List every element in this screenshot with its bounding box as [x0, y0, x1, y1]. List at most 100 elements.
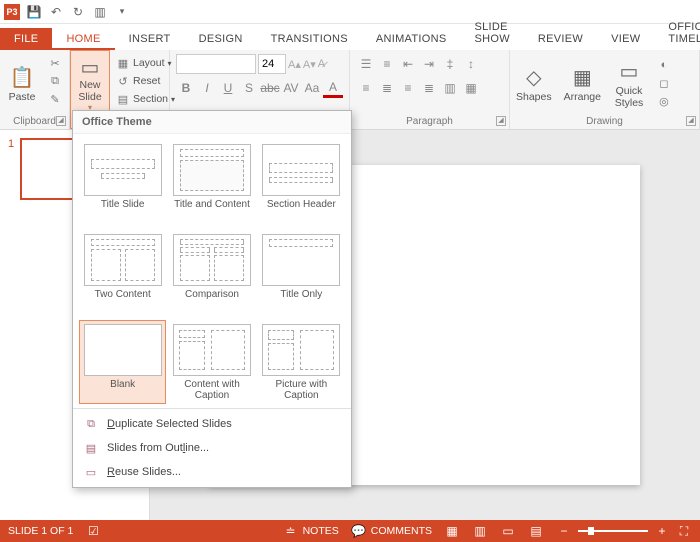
italic-button[interactable]: I: [197, 78, 217, 98]
notes-button[interactable]: ≐NOTES: [283, 523, 339, 539]
layout-grid: Title Slide Title and Content Section He…: [73, 134, 351, 408]
reading-view-icon[interactable]: ▭: [500, 523, 516, 539]
reset-icon: ↺: [116, 74, 130, 88]
font-size-input[interactable]: [258, 54, 286, 74]
duplicate-icon: ⧉: [83, 416, 99, 432]
group-paragraph: ☰ ≡ ⇤ ⇥ ‡ ↕ ≡ ≣ ≡ ≣ ▥ ▦ Paragraph ◢: [350, 50, 510, 129]
dialog-launcher-icon[interactable]: ◢: [56, 116, 66, 126]
dialog-launcher-icon[interactable]: ◢: [686, 116, 696, 126]
group-drawing: ◇ Shapes ▦ Arrange ▭ Quick Styles ◐ ◻ ◎ …: [510, 50, 700, 129]
slideshow-view-icon[interactable]: ▤: [528, 523, 544, 539]
group-label-drawing: Drawing: [510, 116, 699, 127]
bullets-button[interactable]: ☰: [356, 54, 376, 74]
tab-view[interactable]: VIEW: [597, 28, 654, 50]
tab-insert[interactable]: INSERT: [115, 28, 185, 50]
tab-slideshow[interactable]: SLIDE SHOW: [460, 16, 523, 50]
zoom-slider[interactable]: − + ⛶: [556, 523, 692, 539]
columns-button[interactable]: ▥: [440, 78, 460, 98]
align-right-button[interactable]: ≡: [398, 78, 418, 98]
text-direction-button[interactable]: ↕: [461, 54, 481, 74]
shadow-button[interactable]: S: [239, 78, 259, 98]
cut-button[interactable]: ✂: [44, 54, 66, 72]
start-from-beginning-icon[interactable]: ▥: [92, 4, 108, 20]
tab-home[interactable]: HOME: [52, 28, 114, 50]
quick-styles-icon: ▭: [620, 58, 639, 86]
layout-button[interactable]: ▦Layout▾: [112, 54, 179, 72]
clipboard-icon: 📋: [10, 64, 35, 92]
app-icon: P3: [4, 4, 20, 20]
tab-design[interactable]: DESIGN: [185, 28, 257, 50]
align-center-button[interactable]: ≣: [377, 78, 397, 98]
underline-button[interactable]: U: [218, 78, 238, 98]
spacing-button[interactable]: AV: [281, 78, 301, 98]
font-name-input[interactable]: [176, 54, 256, 74]
shape-effects-button[interactable]: ◎: [653, 92, 675, 110]
layout-picture-with-caption[interactable]: Picture with Caption: [258, 320, 345, 404]
effects-icon: ◎: [657, 94, 671, 108]
quick-access-toolbar: P3 💾 ↶ ↻ ▥ ▾: [0, 0, 700, 24]
copy-button[interactable]: ⧉: [44, 72, 66, 90]
sorter-view-icon[interactable]: ▥: [472, 523, 488, 539]
brush-icon: ✎: [48, 92, 62, 106]
format-painter-button[interactable]: ✎: [44, 90, 66, 108]
layout-blank[interactable]: Blank: [79, 320, 166, 404]
reset-button[interactable]: ↺Reset: [112, 72, 179, 90]
layout-title-only[interactable]: Title Only: [258, 230, 345, 314]
notes-icon: ≐: [283, 523, 299, 539]
layout-two-content[interactable]: Two Content: [79, 230, 166, 314]
layout-content-with-caption[interactable]: Content with Caption: [168, 320, 255, 404]
tab-transitions[interactable]: TRANSITIONS: [257, 28, 362, 50]
gallery-menu: ⧉ Duplicate Selected Slides ▤ Slides fro…: [73, 408, 351, 487]
smartart-button[interactable]: ▦: [461, 78, 481, 98]
align-left-button[interactable]: ≡: [356, 78, 376, 98]
font-color-button[interactable]: A: [323, 78, 343, 98]
menu-slides-from-outline[interactable]: ▤ Slides from Outline...: [73, 436, 351, 460]
redo-icon[interactable]: ↻: [70, 4, 86, 20]
layout-comparison[interactable]: Comparison: [168, 230, 255, 314]
strikethrough-button[interactable]: abc: [260, 78, 280, 98]
increase-font-icon[interactable]: A▴: [288, 58, 301, 71]
clear-formatting-icon[interactable]: A̷: [318, 58, 325, 70]
qat-customize-icon[interactable]: ▾: [114, 4, 130, 20]
change-case-button[interactable]: Aa: [302, 78, 322, 98]
decrease-indent-button[interactable]: ⇤: [398, 54, 418, 74]
section-button[interactable]: ▤Section▾: [112, 90, 179, 108]
decrease-font-icon[interactable]: A▾: [303, 58, 316, 71]
layout-section-header[interactable]: Section Header: [258, 140, 345, 224]
line-spacing-button[interactable]: ‡: [440, 54, 460, 74]
save-icon[interactable]: 💾: [26, 4, 42, 20]
tab-office-timeline[interactable]: OFFICE TIMELINE+: [654, 16, 700, 50]
dialog-launcher-icon[interactable]: ◢: [496, 116, 506, 126]
slide-number: 1: [8, 138, 14, 150]
new-slide-icon: ▭: [81, 55, 100, 80]
section-icon: ▤: [116, 92, 130, 106]
menu-reuse-slides[interactable]: ▭ Reuse Slides...: [73, 460, 351, 484]
scissors-icon: ✂: [48, 56, 62, 70]
normal-view-icon[interactable]: ▦: [444, 523, 460, 539]
zoom-out-icon[interactable]: −: [556, 523, 572, 539]
fit-to-window-icon[interactable]: ⛶: [676, 523, 692, 539]
increase-indent-button[interactable]: ⇥: [419, 54, 439, 74]
bold-button[interactable]: B: [176, 78, 196, 98]
spellcheck-icon[interactable]: ☑: [85, 523, 101, 539]
gallery-header: Office Theme: [73, 111, 351, 134]
justify-button[interactable]: ≣: [419, 78, 439, 98]
numbering-button[interactable]: ≡: [377, 54, 397, 74]
group-clipboard: 📋 Paste ✂ ⧉ ✎ Clipboard ◢: [0, 50, 70, 129]
shapes-icon: ◇: [526, 64, 541, 92]
undo-icon[interactable]: ↶: [48, 4, 64, 20]
menu-duplicate-slides[interactable]: ⧉ Duplicate Selected Slides: [73, 412, 351, 436]
comments-button[interactable]: 💬COMMENTS: [351, 523, 432, 539]
tab-review[interactable]: REVIEW: [524, 28, 597, 50]
shape-fill-button[interactable]: ◐: [653, 56, 675, 74]
tab-animations[interactable]: ANIMATIONS: [362, 28, 461, 50]
layout-title-and-content[interactable]: Title and Content: [168, 140, 255, 224]
tab-file[interactable]: FILE: [0, 28, 52, 50]
ribbon-tabs: FILE HOME INSERT DESIGN TRANSITIONS ANIM…: [0, 24, 700, 50]
shape-outline-button[interactable]: ◻: [653, 74, 675, 92]
comments-icon: 💬: [351, 523, 367, 539]
group-label-paragraph: Paragraph: [350, 116, 509, 127]
outline-icon: ▤: [83, 440, 99, 456]
layout-title-slide[interactable]: Title Slide: [79, 140, 166, 224]
zoom-in-icon[interactable]: +: [654, 523, 670, 539]
